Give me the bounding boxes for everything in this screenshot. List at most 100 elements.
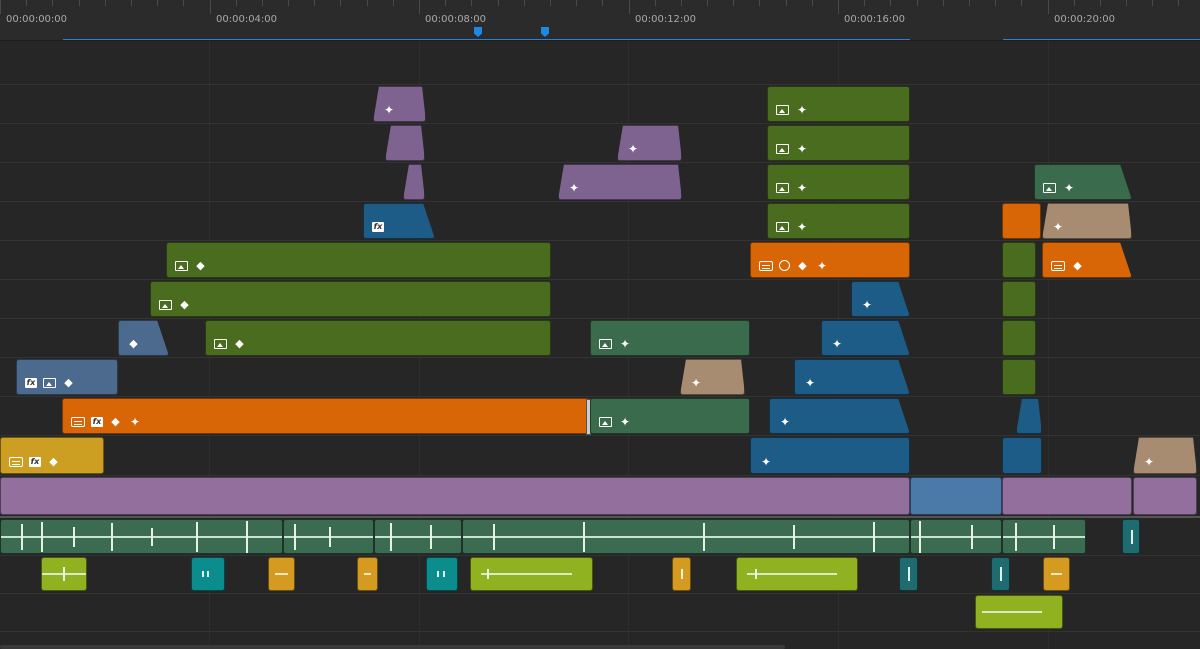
timeline-clip[interactable]: ✦	[617, 125, 682, 161]
timeline-clip[interactable]: ✦	[794, 359, 910, 395]
horizontal-scrollbar[interactable]	[0, 645, 785, 649]
waveform-peak	[873, 521, 875, 552]
audio-clip[interactable]	[41, 557, 87, 591]
keyframe-icon: ◆	[111, 415, 120, 428]
audio-clip[interactable]	[910, 519, 1002, 554]
timeline-clip[interactable]: ✦	[1133, 437, 1197, 474]
timeline-clip[interactable]	[403, 164, 425, 200]
ruler-minor-tick	[943, 0, 944, 6]
background-clip[interactable]	[0, 477, 910, 515]
timeline-clip[interactable]: ✦	[1034, 164, 1132, 200]
timeline-clip[interactable]	[1002, 320, 1036, 356]
audio-clip[interactable]	[191, 557, 225, 591]
timeline-clip[interactable]: ✦	[767, 125, 910, 161]
ruler-minor-tick	[602, 0, 603, 6]
ruler-major-tick	[838, 0, 839, 14]
timeline-clip[interactable]: ✦	[851, 281, 910, 317]
ruler-minor-tick	[681, 0, 682, 6]
timeline-clip[interactable]: ◆	[1042, 242, 1132, 278]
timeline-clip[interactable]: ◆	[205, 320, 551, 356]
audio-clip[interactable]	[357, 557, 378, 591]
timeline-clip[interactable]: ◆	[166, 242, 551, 278]
timeline-clip[interactable]: ✦	[558, 164, 682, 200]
audio-clip[interactable]	[672, 557, 691, 591]
ruler-minor-tick	[340, 0, 341, 6]
audio-clip[interactable]	[1122, 519, 1140, 554]
audio-clip[interactable]	[899, 557, 918, 591]
timeline-clip[interactable]	[1016, 398, 1042, 434]
waveform-peak	[294, 523, 296, 550]
playhead-marker-a[interactable]	[474, 27, 482, 37]
waveform-peak	[755, 569, 757, 579]
background-clip[interactable]	[910, 477, 1002, 515]
waveform-peak	[63, 567, 65, 581]
waveform-peak	[73, 526, 75, 547]
audio-clip[interactable]	[736, 557, 858, 591]
waveform-peak	[111, 522, 113, 551]
keyframe-icon: ◆	[1073, 259, 1082, 272]
waveform-peak	[151, 527, 153, 546]
timeline-clip[interactable]: ✦	[680, 359, 745, 395]
timeline-clip[interactable]: ✦	[750, 437, 910, 474]
audio-clip[interactable]	[268, 557, 295, 591]
ruler-minor-tick	[1126, 0, 1127, 6]
background-clip[interactable]	[1002, 477, 1132, 515]
waveform-peak	[246, 520, 248, 553]
keyframe-icon: ◆	[64, 376, 73, 389]
timeline-clip[interactable]: fx ◆	[16, 359, 118, 395]
video-audio-divider	[0, 516, 1200, 518]
audio-clip[interactable]	[1002, 519, 1086, 554]
image-icon	[1043, 183, 1056, 193]
timeline-clip[interactable]: ◆ ✦	[750, 242, 910, 278]
timeline-clip[interactable]: ✦	[769, 398, 910, 434]
timeline-ruler[interactable]: 00:00:00:00 00:00:04:00 00:00:08:00 00:0…	[0, 0, 1200, 41]
timeline-clip[interactable]: ✦	[821, 320, 910, 356]
timeline-clip[interactable]: ✦	[373, 86, 426, 122]
audio-clip[interactable]	[991, 557, 1010, 591]
timeline-clip[interactable]	[385, 125, 425, 161]
track-divider	[0, 279, 1200, 280]
audio-clip[interactable]	[426, 557, 458, 591]
waveform	[982, 611, 1042, 613]
fx-icon: fx	[25, 378, 37, 388]
timeline-clip[interactable]: ✦	[590, 398, 750, 434]
audio-clip[interactable]	[0, 519, 283, 554]
audio-clip[interactable]	[1043, 557, 1070, 591]
timeline-clip[interactable]: ✦	[767, 203, 910, 239]
timeline-clip[interactable]: ✦	[1042, 203, 1132, 239]
timeline-clip[interactable]	[1002, 437, 1042, 474]
timeline-clip[interactable]: ◆	[150, 281, 551, 317]
ruler-minor-tick	[79, 0, 80, 6]
timeline-clip[interactable]	[1002, 359, 1036, 395]
timeline-clip[interactable]: ✦	[590, 320, 750, 356]
waveform-peak	[437, 571, 439, 577]
waveform	[275, 573, 288, 575]
timeline-clip[interactable]	[1002, 203, 1041, 239]
timeline-clip[interactable]: ✦	[767, 86, 910, 122]
background-clip[interactable]	[1133, 477, 1197, 515]
audio-clip[interactable]	[374, 519, 462, 554]
timeline-clip[interactable]: fx ◆ ✦	[62, 398, 590, 434]
ruler-minor-tick	[550, 0, 551, 6]
ruler-minor-tick	[262, 0, 263, 6]
audio-clip[interactable]	[470, 557, 593, 591]
ruler-minor-tick	[105, 0, 106, 6]
title-icon	[1051, 261, 1065, 271]
timeline-clip[interactable]: ◆	[118, 320, 169, 356]
keyframe-icon: ◆	[235, 337, 244, 350]
ruler-minor-tick	[157, 0, 158, 6]
title-icon	[71, 417, 85, 427]
timeline-clip[interactable]: ✦	[767, 164, 910, 200]
playhead-marker-b[interactable]	[541, 27, 549, 37]
audio-clip[interactable]	[283, 519, 374, 554]
timeline-clip[interactable]	[1002, 281, 1036, 317]
image-icon	[175, 261, 188, 271]
waveform-peak	[919, 520, 921, 553]
timeline-clip[interactable]	[1002, 242, 1036, 278]
timeline-clip[interactable]: fx ◆	[0, 437, 104, 474]
waveform	[463, 535, 909, 538]
audio-clip[interactable]	[462, 519, 910, 554]
audio-clip[interactable]	[975, 595, 1063, 629]
timeline-clip[interactable]: fx	[363, 203, 435, 239]
waveform-peak	[390, 522, 392, 551]
